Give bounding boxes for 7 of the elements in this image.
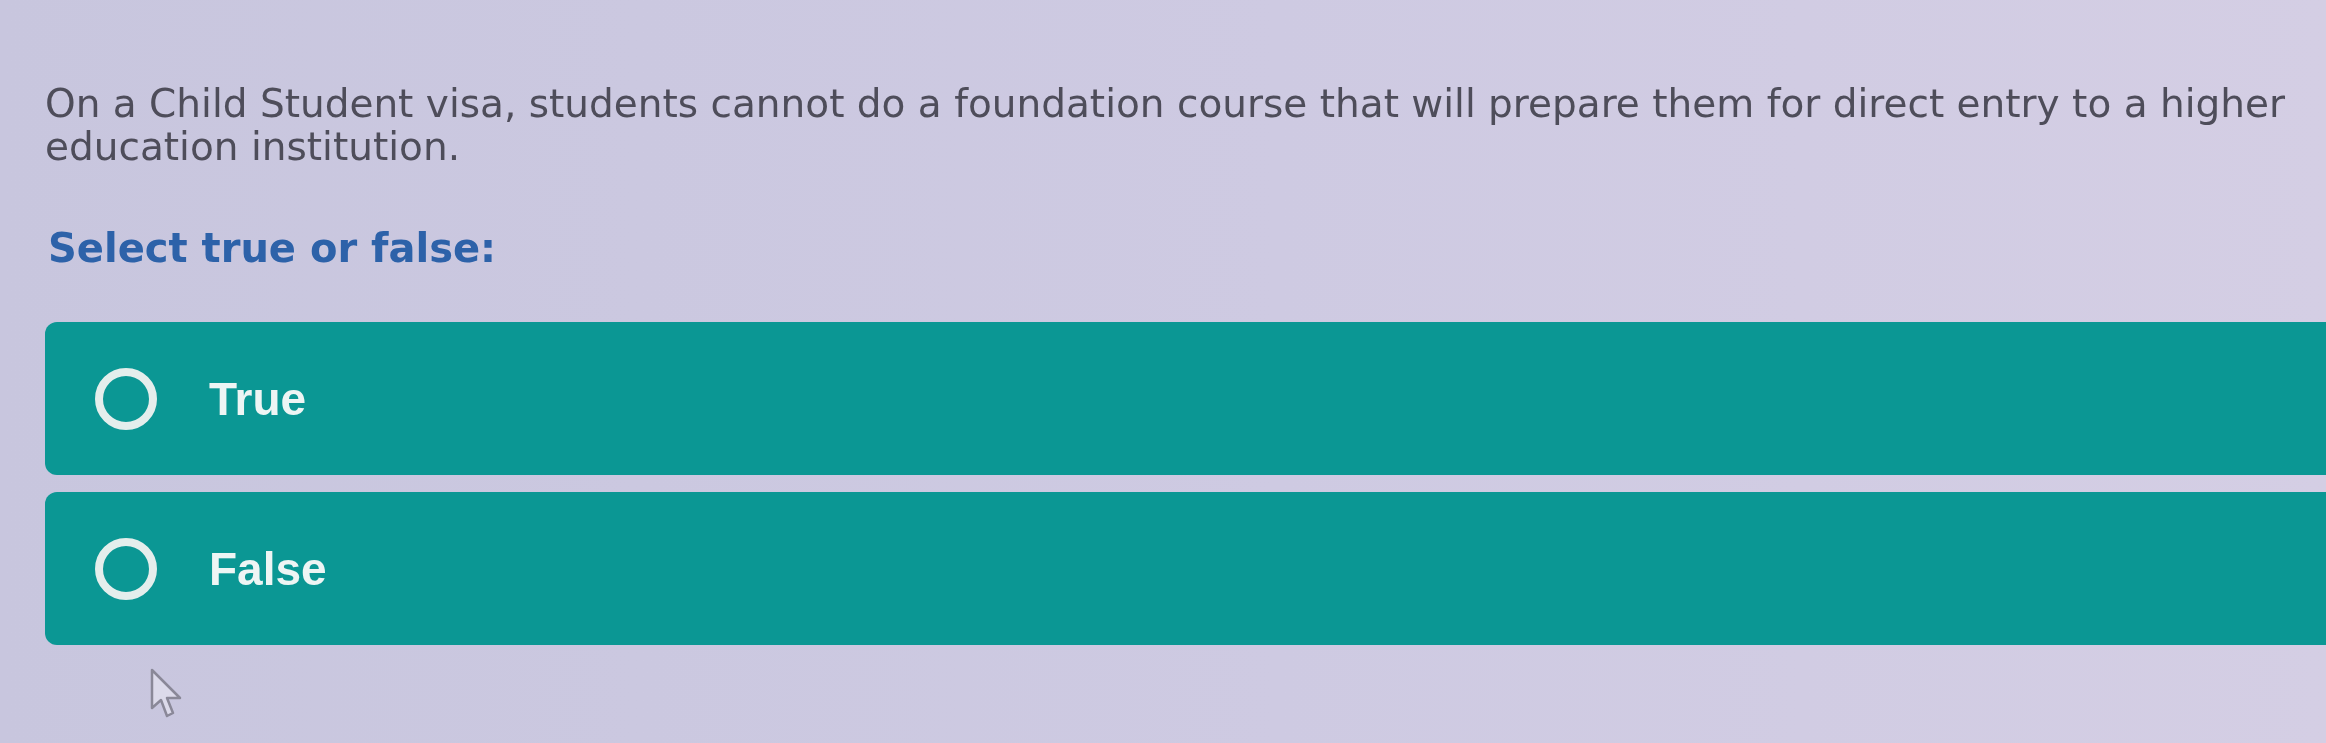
question-text: On a Child Student visa, students cannot do a foundation course that will prepare them for direct entry to a higher education institution. [45, 82, 2286, 168]
answer-option[interactable]: True [45, 322, 2326, 475]
instruction-text: Select true or false: [48, 224, 498, 272]
mouse-pointer-icon [150, 668, 184, 720]
answer-option[interactable]: False [45, 492, 2326, 645]
radio-icon[interactable] [95, 537, 157, 600]
radio-icon[interactable] [95, 367, 157, 430]
